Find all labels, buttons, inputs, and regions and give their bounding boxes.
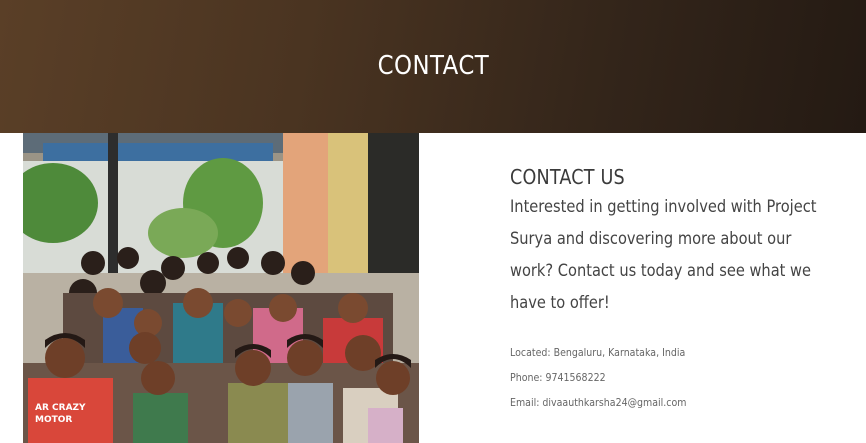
contact-details: Located: Bengaluru, Karnataka, India Pho…: [510, 341, 850, 416]
location-row: Located: Bengaluru, Karnataka, India: [510, 341, 816, 366]
svg-text:MOTOR: MOTOR: [35, 415, 72, 425]
location-value: Bengaluru, Karnataka, India: [553, 347, 686, 359]
location-label: Located:: [510, 347, 551, 359]
email-value[interactable]: divaauthkarsha24@gmail.com: [542, 397, 686, 409]
email-row: Email: divaauthkarsha24@gmail.com: [510, 391, 816, 416]
group-photo: AR CRAZY MOTOR: [23, 133, 419, 443]
svg-text:AR CRAZY: AR CRAZY: [35, 403, 86, 413]
phone-value[interactable]: 9741568222: [545, 372, 605, 384]
email-label: Email:: [510, 397, 540, 409]
contact-intro: Interested in getting involved with Proj…: [510, 197, 817, 313]
page-title: CONTACT: [377, 50, 489, 81]
phone-row: Phone: 9741568222: [510, 366, 816, 391]
page-hero: CONTACT: [0, 0, 866, 133]
contact-section: CONTACT US Interested in getting involve…: [510, 165, 850, 416]
contact-heading: CONTACT US: [510, 165, 625, 189]
phone-label: Phone:: [510, 372, 543, 384]
